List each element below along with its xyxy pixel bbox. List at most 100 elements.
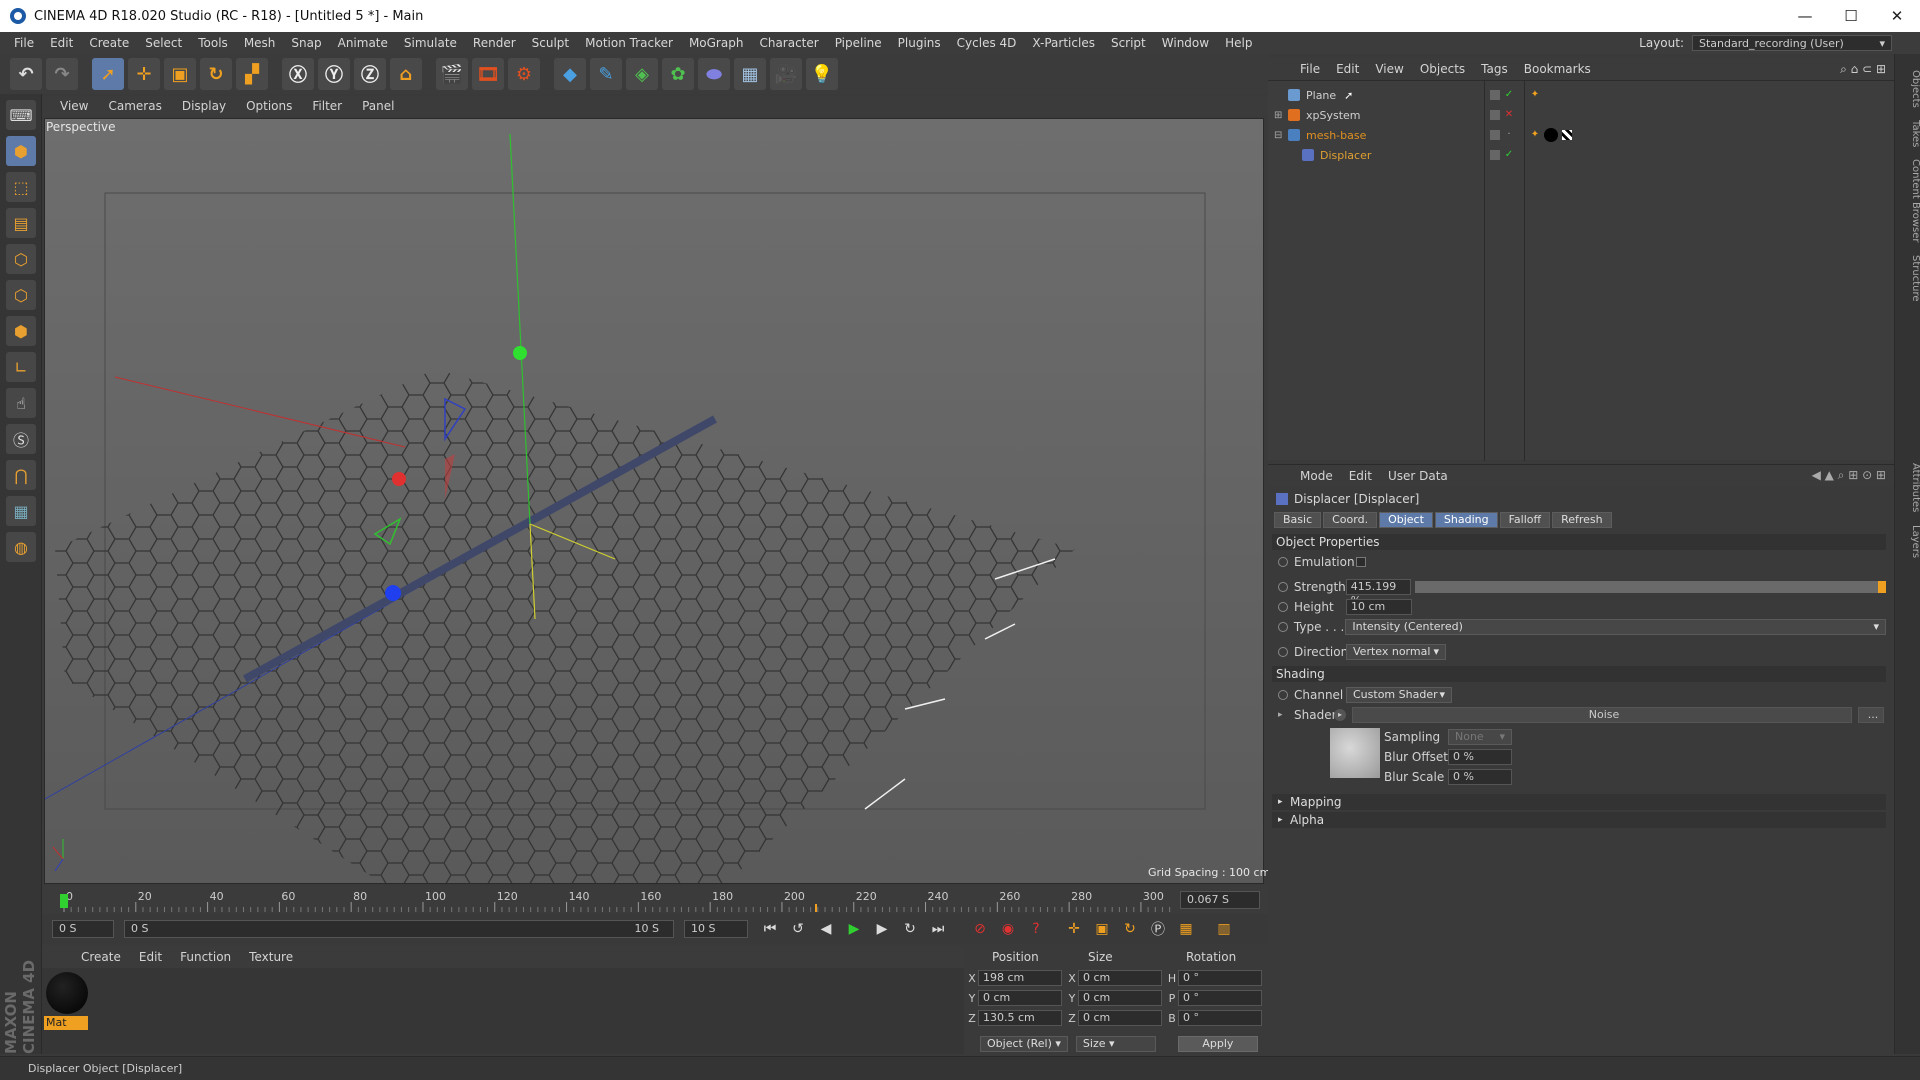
type-dropdown[interactable]: Intensity (Centered) ▾	[1345, 619, 1886, 635]
render-settings-icon[interactable]: ⚙	[508, 58, 540, 90]
preview-range-slider[interactable]: 0 S 10 S	[124, 920, 674, 938]
size-z-field[interactable]: 0 cm	[1078, 1010, 1162, 1026]
enabled-check-icon[interactable]: ✓	[1504, 90, 1514, 100]
menu-animate[interactable]: Animate	[330, 36, 396, 50]
rotation-b-field[interactable]: 0 °	[1178, 1010, 1262, 1026]
edges-mode-icon[interactable]: ⬡	[6, 280, 36, 310]
animate-radio[interactable]	[1278, 690, 1288, 700]
search-icon[interactable]: ⌕ ⌂ ⊂ ⊞	[1840, 62, 1894, 77]
attribute-menu-user-data[interactable]: User Data	[1380, 469, 1456, 483]
camera-icon[interactable]: 🎥	[770, 58, 802, 90]
key-rotation-icon[interactable]: ↻	[1118, 917, 1142, 941]
object-row-plane[interactable]: Plane ➚ ✓ ✦	[1268, 85, 1894, 105]
channel-dropdown[interactable]: Custom Shader ▾	[1346, 687, 1452, 703]
strength-slider[interactable]	[1414, 581, 1886, 593]
tab-shading[interactable]: Shading	[1434, 512, 1498, 528]
size-y-field[interactable]: 0 cm	[1078, 990, 1162, 1006]
render-view-icon[interactable]: 🎬	[436, 58, 468, 90]
material-menu-edit[interactable]: Edit	[130, 950, 171, 964]
live-selection-icon[interactable]: ➚	[92, 58, 124, 90]
tab-content-browser-vertical[interactable]: Content Browser	[1895, 153, 1920, 248]
pen-spline-icon[interactable]: ✎	[590, 58, 622, 90]
current-frame-field[interactable]: 0.067 S	[1180, 891, 1260, 909]
x-axis-lock-icon[interactable]: Ⓧ	[282, 58, 314, 90]
object-menu-edit[interactable]: Edit	[1328, 62, 1367, 76]
points-mode-icon[interactable]: ⬡	[6, 244, 36, 274]
viewport-menu-view[interactable]: View	[50, 99, 98, 113]
object-menu-objects[interactable]: Objects	[1412, 62, 1473, 76]
material-name-label[interactable]: Mat	[44, 1016, 88, 1030]
collapse-icon[interactable]: ⊟	[1274, 130, 1284, 141]
tab-refresh[interactable]: Refresh	[1552, 512, 1612, 528]
menu-cycles-4d[interactable]: Cycles 4D	[949, 36, 1025, 50]
end-time-field[interactable]: 10 S	[684, 920, 748, 938]
previous-frame-icon[interactable]: ◀	[814, 917, 838, 941]
blur-offset-field[interactable]: 0 %	[1448, 749, 1512, 765]
shader-field[interactable]: Noise	[1352, 707, 1852, 723]
dot-icon[interactable]: ·	[1504, 130, 1514, 140]
x-handle[interactable]	[392, 472, 406, 486]
redo-icon[interactable]: ↷	[46, 58, 78, 90]
sampling-dropdown[interactable]: None ▾	[1448, 729, 1512, 745]
perspective-viewport[interactable]	[44, 118, 1264, 884]
menu-mograph[interactable]: MoGraph	[681, 36, 752, 50]
viewport-menu-options[interactable]: Options	[236, 99, 302, 113]
timeline-playhead[interactable]	[60, 894, 68, 908]
menu-mesh[interactable]: Mesh	[236, 36, 284, 50]
material-menu-function[interactable]: Function	[171, 950, 240, 964]
timeline-layout-icon[interactable]: ▥	[1212, 917, 1236, 941]
tab-layers-vertical[interactable]: Layers	[1895, 519, 1920, 564]
object-menu-file[interactable]: File	[1292, 62, 1328, 76]
rotation-h-field[interactable]: 0 °	[1178, 970, 1262, 986]
close-button[interactable]: ✕	[1874, 0, 1920, 32]
viewport-menu-display[interactable]: Display	[172, 99, 236, 113]
cube-primitive-icon[interactable]: ◆	[554, 58, 586, 90]
tab-objects-vertical[interactable]: Objects	[1895, 64, 1920, 114]
layout-dropdown[interactable]: Standard_recording (User) ▾	[1692, 35, 1892, 51]
viewport-menu-panel[interactable]: Panel	[352, 99, 404, 113]
animate-radio[interactable]	[1278, 602, 1288, 612]
direction-dropdown[interactable]: Vertex normal ▾	[1346, 644, 1446, 660]
expand-icon[interactable]: ⊞	[1274, 110, 1284, 121]
tab-coord[interactable]: Coord.	[1323, 512, 1378, 528]
strength-slider-handle[interactable]	[1878, 581, 1886, 593]
next-frame-icon[interactable]: ▶	[870, 917, 894, 941]
position-x-field[interactable]: 198 cm	[978, 970, 1062, 986]
axis-mode-icon[interactable]: ∟	[6, 352, 36, 382]
material-menu-texture[interactable]: Texture	[240, 950, 302, 964]
position-z-field[interactable]: 130.5 cm	[978, 1010, 1062, 1026]
navigation-arrows-icon[interactable]: ◀ ▲ ⌕ ⊞ ⊙ ⊞	[1812, 468, 1894, 483]
expand-arrow-icon[interactable]: ▸	[1278, 710, 1288, 720]
shader-arrow-icon[interactable]: ▸	[1334, 709, 1346, 721]
recent-tool-icon[interactable]: ▞	[236, 58, 268, 90]
z-handle[interactable]	[385, 585, 401, 601]
timeline[interactable]: 0 20 40 60 80 100 120 140 160 180 200 220 240 260 280 3…	[42, 886, 1268, 914]
minimize-button[interactable]: —	[1782, 0, 1828, 32]
apply-button[interactable]: Apply	[1177, 1036, 1258, 1052]
menu-simulate[interactable]: Simulate	[396, 36, 465, 50]
key-position-icon[interactable]: ✛	[1062, 917, 1086, 941]
next-key-icon[interactable]: ↻	[898, 917, 922, 941]
maximize-button[interactable]: ☐	[1828, 0, 1874, 32]
size-x-field[interactable]: 0 cm	[1078, 970, 1162, 986]
key-parameter-icon[interactable]: Ⓟ	[1146, 917, 1170, 941]
material-preview-swatch[interactable]	[46, 972, 88, 1014]
object-menu-bookmarks[interactable]: Bookmarks	[1516, 62, 1599, 76]
menu-x-particles[interactable]: X-Particles	[1024, 36, 1103, 50]
mapping-group[interactable]: ▸ Mapping	[1272, 794, 1886, 810]
tab-attributes-vertical[interactable]: Attributes	[1895, 457, 1920, 518]
animate-radio[interactable]	[1278, 647, 1288, 657]
menu-file[interactable]: File	[6, 36, 42, 50]
coordinate-system-icon[interactable]: ⌂	[390, 58, 422, 90]
size-mode-dropdown[interactable]: Size ▾	[1075, 1036, 1156, 1052]
keyframe-selection-icon[interactable]: ?	[1024, 917, 1048, 941]
render-picture-viewer-icon[interactable]: 🎞	[472, 58, 504, 90]
menu-snap[interactable]: Snap	[283, 36, 329, 50]
light-icon[interactable]: 💡	[806, 58, 838, 90]
magnet-icon[interactable]: ⋂	[6, 460, 36, 490]
make-editable-icon[interactable]: ⌨	[6, 100, 36, 130]
attribute-menu-edit[interactable]: Edit	[1341, 469, 1380, 483]
alpha-group[interactable]: ▸ Alpha	[1272, 812, 1886, 828]
menu-render[interactable]: Render	[465, 36, 524, 50]
tab-basic[interactable]: Basic	[1274, 512, 1322, 528]
